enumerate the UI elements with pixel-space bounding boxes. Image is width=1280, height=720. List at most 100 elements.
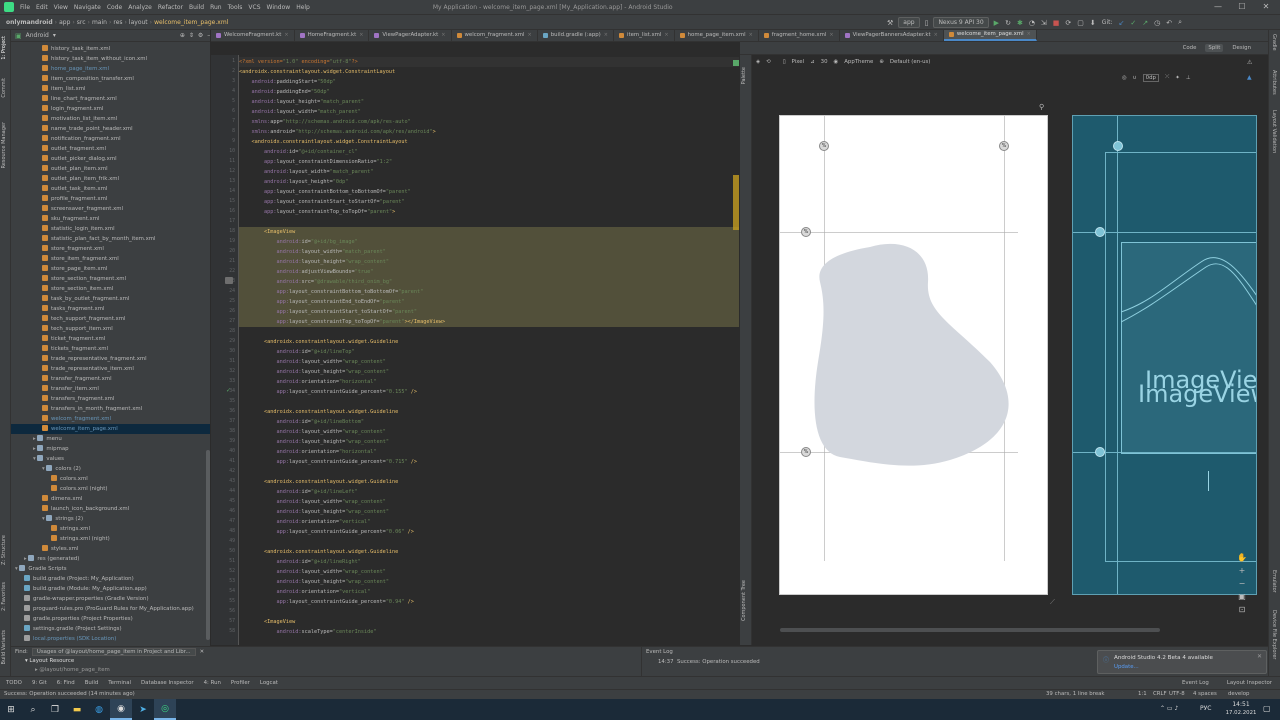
tray-icons[interactable]: ⌃ ▭ ♪ [1160, 705, 1178, 712]
close-tab-icon[interactable]: × [284, 30, 288, 41]
code-line[interactable]: android:adjustViewBounds="true" [239, 267, 739, 277]
tool-component-tree[interactable]: Component Tree [741, 580, 747, 621]
close-notification-icon[interactable]: ✕ [1257, 653, 1262, 660]
inspection-ok-icon[interactable] [733, 60, 739, 66]
guideline-percent-handle[interactable]: % [801, 227, 811, 237]
clear-constraints-icon[interactable]: ⤫ [1165, 74, 1169, 81]
code-line[interactable] [239, 397, 739, 407]
editor-tab[interactable]: ViewPagerBannersAdapter.kt × [840, 30, 944, 41]
project-scrollbar[interactable] [206, 450, 210, 640]
magnet-icon[interactable]: ∪ [1133, 75, 1137, 81]
blueprint-handle[interactable] [1113, 141, 1123, 151]
search-icon[interactable]: ⌕ [22, 699, 44, 720]
code-line[interactable]: android:layout_width="wrap_content" [239, 357, 739, 367]
project-tree-item[interactable]: styles.xml [11, 544, 210, 554]
telegram-icon[interactable]: ➤ [132, 699, 154, 720]
project-tree-item[interactable]: home_page_item.xml [11, 64, 210, 74]
code-line[interactable]: app:layout_constraintTop_toTopOf="parent… [239, 317, 739, 327]
code-line[interactable] [239, 467, 739, 477]
breadcrumb-item[interactable]: app [57, 19, 72, 26]
hammer-icon[interactable]: ⚒ [884, 19, 896, 27]
breadcrumb-item[interactable]: layout [127, 19, 150, 26]
tool-resource-manager[interactable]: Resource Manager [1, 122, 7, 168]
tool-project[interactable]: 1: Project [1, 36, 7, 60]
project-tree-item[interactable]: welcome_item_page.xml [11, 424, 210, 434]
project-tree-item[interactable]: colors.xml (night) [11, 484, 210, 494]
stop-icon[interactable]: ■ [1050, 19, 1063, 27]
code-line[interactable]: app:layout_constraintDimensionRatio="1:2… [239, 157, 739, 167]
tool-attributes[interactable]: Attributes [1271, 70, 1277, 95]
project-tree-item[interactable]: build.gradle (Module: My_Application.app… [11, 584, 210, 594]
code-line[interactable]: android:src="@drawable/third_onim_bg" [239, 277, 739, 287]
zoom-fit-icon[interactable]: ▣ [1238, 592, 1246, 601]
project-tree-item[interactable]: ▾ Gradle Scripts [11, 564, 210, 574]
code-mode-button[interactable]: Code [1180, 44, 1200, 52]
menu-item-code[interactable]: Code [104, 4, 125, 11]
code-line[interactable]: android:layout_height="wrap_content" [239, 577, 739, 587]
layers-icon[interactable]: ◈ [756, 59, 760, 65]
code-line[interactable]: android:orientation="horizontal" [239, 377, 739, 387]
project-tree-item[interactable]: gradle-wrapper.properties (Gradle Versio… [11, 594, 210, 604]
project-tree-item[interactable]: welcom_fragment.xml [11, 414, 210, 424]
close-tab-icon[interactable]: × [1027, 30, 1031, 40]
project-tree-item[interactable]: transfer_fragment.xml [11, 374, 210, 384]
project-tree-item[interactable]: statistic_plan_fact_by_month_item.xml [11, 234, 210, 244]
close-window-button[interactable]: ✕ [1254, 0, 1278, 14]
design-mode-button[interactable]: Design [1229, 44, 1254, 52]
breadcrumb-item[interactable]: welcome_item_page.xml [152, 19, 230, 26]
close-tab-icon[interactable]: × [359, 30, 363, 41]
bottom-tool-run[interactable]: 4: Run [204, 680, 221, 686]
project-tree-item[interactable]: gradle.properties (Project Properties) [11, 614, 210, 624]
breadcrumb-item[interactable]: onlymandroid [4, 19, 55, 26]
default-margin-select[interactable]: 0dp [1142, 73, 1159, 82]
device-select[interactable]: Nexus 9 API 30 [933, 17, 989, 28]
menu-item-analyze[interactable]: Analyze [125, 4, 155, 11]
bottom-tool-find[interactable]: 6: Find [57, 680, 75, 686]
info-up-icon[interactable]: ▲ [1247, 74, 1252, 81]
code-line[interactable]: android:id="@+id/bg_image" [239, 237, 739, 247]
editor-tab[interactable]: HomeFragment.kt × [295, 30, 370, 41]
code-line[interactable]: app:layout_constraintBottom_toBottomOf="… [239, 187, 739, 197]
project-tree-item[interactable]: store_fragment.xml [11, 244, 210, 254]
code-line[interactable]: android:layout_width="wrap_content" [239, 497, 739, 507]
code-line[interactable]: android:layout_height="wrap_content" [239, 257, 739, 267]
code-line[interactable]: <ImageView [239, 227, 739, 237]
bottom-tool-terminal[interactable]: Terminal [108, 680, 131, 686]
blueprint-handle[interactable] [1095, 447, 1105, 457]
editor-tab[interactable]: welcome_item_page.xml × [943, 30, 1037, 41]
code-line[interactable]: android:layout_height="wrap_content" [239, 437, 739, 447]
project-tree-item[interactable]: outlet_plan_item.xml [11, 164, 210, 174]
code-line[interactable]: app:layout_constraintStart_toStartOf="pa… [239, 307, 739, 317]
code-line[interactable]: android:layout_height="match_parent" [239, 97, 739, 107]
maximize-button[interactable]: ☐ [1230, 0, 1254, 14]
code-line[interactable]: app:layout_constraintGuide_percent="0.71… [239, 457, 739, 467]
zoom-actual-icon[interactable]: ⊡ [1239, 605, 1246, 614]
project-tree-item[interactable]: transfer_item.xml [11, 384, 210, 394]
editor-tab[interactable]: item_list.xml × [614, 30, 675, 41]
locale-select[interactable]: Default (en-us) [890, 59, 931, 65]
bottom-tool-todo[interactable]: TODO [6, 680, 22, 686]
project-tree-item[interactable]: profile_fragment.xml [11, 194, 210, 204]
clock-time[interactable]: 14:51 [1226, 701, 1256, 708]
status-branch[interactable]: develop [1228, 691, 1249, 697]
menu-item-view[interactable]: View [51, 4, 71, 11]
close-icon[interactable]: ✕ [200, 649, 205, 655]
project-tree-item[interactable]: statistic_login_item.xml [11, 224, 210, 234]
bottom-tool-git[interactable]: 9: Git [32, 680, 47, 686]
project-tree-item[interactable]: name_trade_point_header.xml [11, 124, 210, 134]
menu-item-navigate[interactable]: Navigate [71, 4, 104, 11]
code-line[interactable]: <androidx.constraintlayout.widget.Guidel… [239, 337, 739, 347]
split-mode-button[interactable]: Split [1205, 44, 1224, 52]
menu-item-refactor[interactable]: Refactor [155, 4, 186, 11]
close-tab-icon[interactable]: × [604, 30, 608, 41]
code-line[interactable]: app:layout_constraintGuide_percent="0.94… [239, 597, 739, 607]
code-line[interactable]: <?xml version="1.0" encoding="utf-8"?> [239, 57, 739, 67]
project-tree-item[interactable]: ticket_fragment.xml [11, 334, 210, 344]
status-encoding[interactable]: UTF-8 [1169, 691, 1185, 697]
code-line[interactable]: android:layout_width="match_parent" [239, 247, 739, 257]
theme-select[interactable]: AppTheme [844, 59, 873, 65]
code-line[interactable]: app:layout_constraintGuide_percent="0.15… [239, 387, 739, 397]
update-link[interactable]: Update... [1114, 664, 1139, 670]
target-icon[interactable]: ⊕ [180, 32, 185, 39]
close-tab-icon[interactable]: × [934, 30, 938, 41]
